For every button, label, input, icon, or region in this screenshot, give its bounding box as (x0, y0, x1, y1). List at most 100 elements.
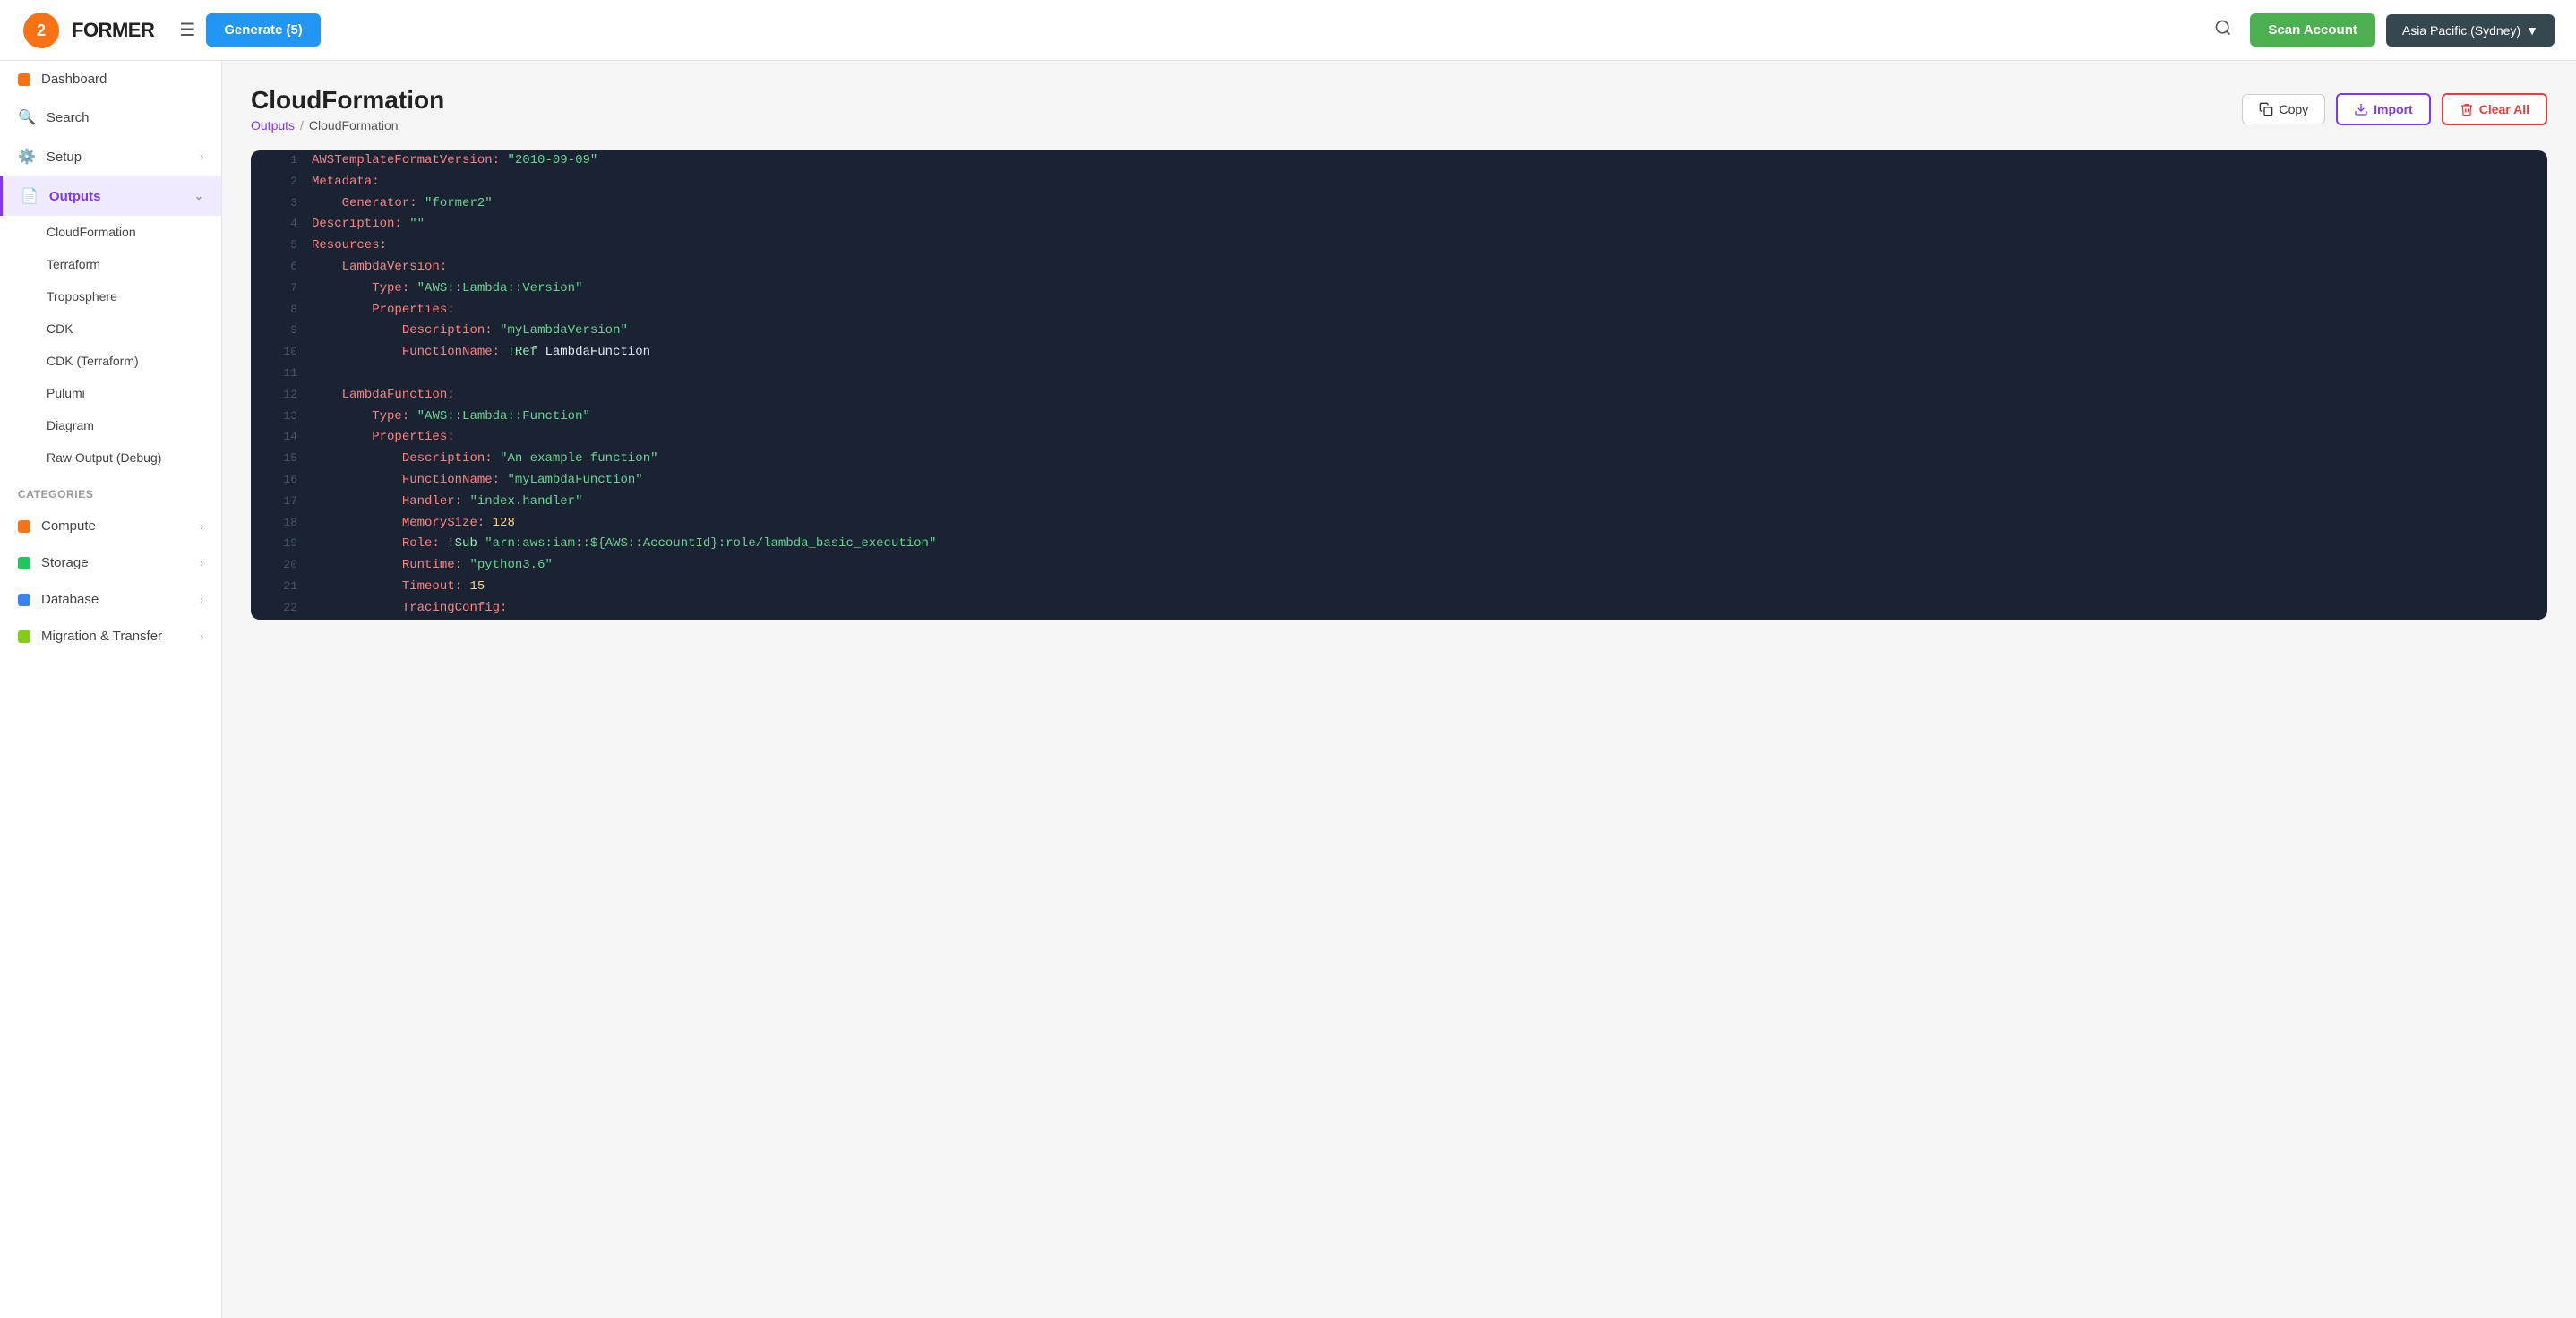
copy-label: Copy (2279, 102, 2308, 116)
sidebar-item-storage[interactable]: Storage › (0, 544, 221, 581)
compute-label: Compute (41, 518, 96, 534)
chevron-right-icon: › (200, 150, 203, 163)
line-number: 14 (269, 427, 297, 447)
line-number: 5 (269, 235, 297, 255)
page-title: CloudFormation (251, 86, 444, 115)
line-number: 1 (269, 150, 297, 170)
copy-icon (2259, 102, 2273, 116)
code-line-6: 6 LambdaVersion: (251, 257, 2547, 278)
code-container: 1 AWSTemplateFormatVersion: "2010-09-09"… (251, 150, 2547, 620)
line-number: 9 (269, 321, 297, 340)
action-buttons: Copy Import Clear All (2242, 93, 2547, 125)
code-line-9: 9 Description: "myLambdaVersion" (251, 321, 2547, 342)
code-line-18: 18 MemorySize: 128 (251, 513, 2547, 535)
main-layout: Dashboard 🔍 Search ⚙️ Setup › 📄 Outputs … (0, 61, 2576, 1318)
code-line-8: 8 Properties: (251, 300, 2547, 321)
code-line-11: 11 (251, 364, 2547, 385)
line-number: 18 (269, 513, 297, 533)
sidebar-item-outputs[interactable]: 📄 Outputs ⌄ (0, 176, 221, 216)
sidebar-item-migration[interactable]: Migration & Transfer › (0, 618, 221, 655)
code-line-21: 21 Timeout: 15 (251, 577, 2547, 598)
code-line-3: 3 Generator: "former2" (251, 193, 2547, 215)
line-number: 17 (269, 492, 297, 511)
raw-output-label: Raw Output (Debug) (47, 450, 161, 465)
sidebar-item-label: Search (47, 110, 90, 125)
sidebar-item-label: Outputs (49, 189, 101, 204)
import-button[interactable]: Import (2336, 93, 2431, 125)
sidebar-sub-pulumi[interactable]: Pulumi (0, 377, 221, 409)
line-number: 22 (269, 598, 297, 618)
troposphere-label: Troposphere (47, 289, 117, 304)
search-icon: 🔍 (18, 108, 36, 126)
line-number: 4 (269, 214, 297, 234)
breadcrumb: Outputs / CloudFormation (251, 118, 444, 133)
code-line-20: 20 Runtime: "python3.6" (251, 555, 2547, 577)
sidebar-sub-raw-output[interactable]: Raw Output (Debug) (0, 441, 221, 474)
code-line-7: 7 Type: "AWS::Lambda::Version" (251, 278, 2547, 300)
line-number: 7 (269, 278, 297, 298)
cloudformation-label: CloudFormation (47, 225, 136, 239)
top-navigation: 2 FORMER ☰ Generate (5) Scan Account Asi… (0, 0, 2576, 61)
breadcrumb-separator: / (300, 118, 304, 133)
sidebar-sub-diagram[interactable]: Diagram (0, 409, 221, 441)
region-label: Asia Pacific (Sydney) (2402, 23, 2520, 38)
sidebar-item-database[interactable]: Database › (0, 581, 221, 618)
database-label: Database (41, 592, 99, 607)
clear-all-button[interactable]: Clear All (2442, 93, 2547, 125)
code-line-10: 10 FunctionName: !Ref LambdaFunction (251, 342, 2547, 364)
sidebar: Dashboard 🔍 Search ⚙️ Setup › 📄 Outputs … (0, 61, 222, 1318)
import-icon (2354, 102, 2368, 116)
code-line-14: 14 Properties: (251, 427, 2547, 449)
breadcrumb-outputs-link[interactable]: Outputs (251, 118, 295, 133)
line-number: 11 (269, 364, 297, 383)
gear-icon: ⚙️ (18, 148, 36, 166)
line-number: 2 (269, 172, 297, 192)
sidebar-sub-terraform[interactable]: Terraform (0, 248, 221, 280)
chevron-down-icon: ▼ (2526, 23, 2538, 38)
code-line-19: 19 Role: !Sub "arn:aws:iam::${AWS::Accou… (251, 534, 2547, 555)
generate-button[interactable]: Generate (5) (206, 13, 321, 47)
svg-text:2: 2 (37, 21, 46, 39)
database-icon (18, 594, 30, 606)
trash-icon (2460, 102, 2474, 116)
main-content: CloudFormation Outputs / CloudFormation … (222, 61, 2576, 1318)
copy-button[interactable]: Copy (2242, 94, 2325, 124)
line-number: 21 (269, 577, 297, 596)
sidebar-item-setup[interactable]: ⚙️ Setup › (0, 137, 221, 176)
app-name: FORMER (72, 19, 154, 42)
storage-label: Storage (41, 555, 89, 570)
code-line-17: 17 Handler: "index.handler" (251, 492, 2547, 513)
line-number: 6 (269, 257, 297, 277)
dashboard-icon (18, 73, 30, 86)
sidebar-sub-troposphere[interactable]: Troposphere (0, 280, 221, 312)
code-line-4: 4 Description: "" (251, 214, 2547, 235)
outputs-icon: 📄 (21, 187, 39, 205)
region-selector-button[interactable]: Asia Pacific (Sydney) ▼ (2386, 14, 2555, 47)
line-number: 15 (269, 449, 297, 468)
compute-icon (18, 520, 30, 533)
sidebar-item-compute[interactable]: Compute › (0, 508, 221, 544)
chevron-down-icon: ⌄ (194, 190, 203, 202)
sidebar-sub-cloudformation[interactable]: CloudFormation (0, 216, 221, 248)
code-line-2: 2 Metadata: (251, 172, 2547, 193)
line-number: 20 (269, 555, 297, 575)
scan-account-button[interactable]: Scan Account (2250, 13, 2374, 47)
page-title-area: CloudFormation Outputs / CloudFormation (251, 86, 444, 133)
line-number: 19 (269, 534, 297, 553)
search-icon-button[interactable] (2207, 12, 2239, 49)
sidebar-item-dashboard[interactable]: Dashboard (0, 61, 221, 98)
logo-icon: 2 (21, 11, 61, 50)
hamburger-button[interactable]: ☰ (176, 15, 199, 45)
code-line-15: 15 Description: "An example function" (251, 449, 2547, 470)
sidebar-item-search[interactable]: 🔍 Search (0, 98, 221, 137)
code-line-12: 12 LambdaFunction: (251, 385, 2547, 407)
chevron-right-icon: › (200, 520, 203, 533)
sidebar-item-label: Dashboard (41, 72, 107, 87)
sidebar-sub-cdk-terraform[interactable]: CDK (Terraform) (0, 345, 221, 377)
chevron-right-icon: › (200, 594, 203, 606)
storage-icon (18, 557, 30, 569)
breadcrumb-current: CloudFormation (309, 118, 399, 133)
cdk-label: CDK (47, 321, 73, 336)
logo-area: 2 FORMER (21, 11, 154, 50)
sidebar-sub-cdk[interactable]: CDK (0, 312, 221, 345)
